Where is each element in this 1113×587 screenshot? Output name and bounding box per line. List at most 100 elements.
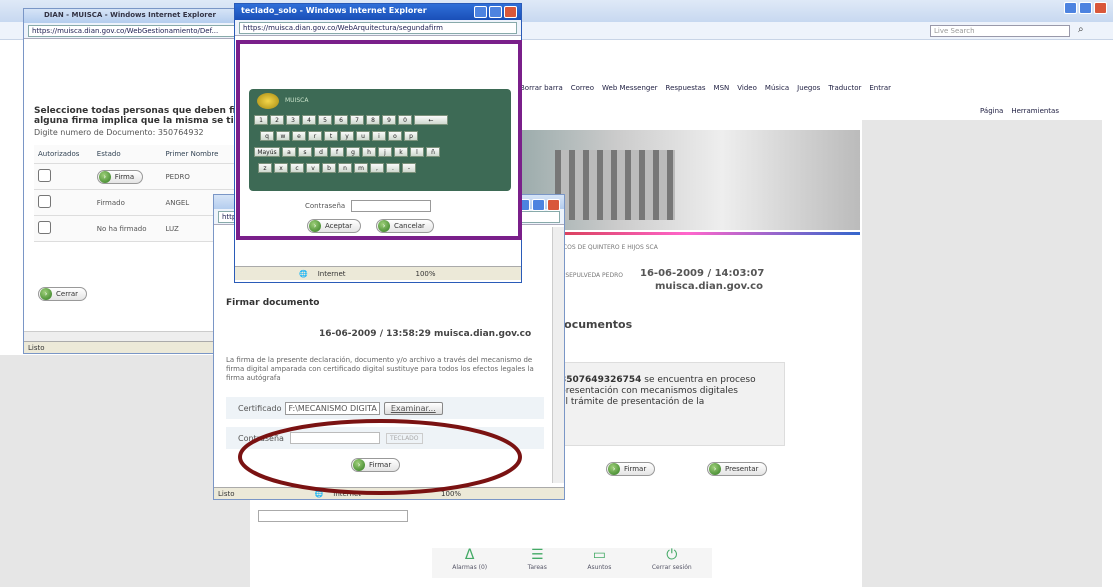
- col-estado: Estado: [92, 145, 162, 164]
- link-msn[interactable]: MSN: [714, 84, 730, 92]
- tools-menu[interactable]: Herramientas: [1011, 107, 1059, 115]
- key-f[interactable]: f: [330, 147, 344, 157]
- key-6[interactable]: 6: [334, 115, 348, 125]
- browse-button[interactable]: Examinar...: [383, 401, 443, 415]
- key-h[interactable]: h: [362, 147, 376, 157]
- key-b[interactable]: b: [322, 163, 336, 173]
- key-u[interactable]: u: [356, 131, 370, 141]
- maximize-icon[interactable]: [532, 199, 545, 211]
- close-icon[interactable]: [504, 6, 517, 18]
- firma-row-button[interactable]: › Firma: [96, 169, 144, 184]
- table-row: › Firma PEDRO: [34, 163, 234, 190]
- key-d[interactable]: d: [314, 147, 328, 157]
- link-respuestas[interactable]: Respuestas: [666, 84, 706, 92]
- backspace-key[interactable]: ←: [414, 115, 448, 125]
- autorizado-checkbox[interactable]: [38, 169, 51, 182]
- key-w[interactable]: w: [276, 131, 290, 141]
- key-dash[interactable]: -: [402, 163, 416, 173]
- doc-number-value[interactable]: 350764932: [158, 128, 204, 137]
- col-primer-nombre: Primer Nombre: [161, 145, 234, 164]
- close-icon[interactable]: [1094, 2, 1107, 14]
- key-e[interactable]: e: [292, 131, 306, 141]
- minimize-icon[interactable]: [474, 6, 487, 18]
- link-traductor[interactable]: Traductor: [828, 84, 861, 92]
- cert-file-input[interactable]: F:\MECANISMO DIGITA: [285, 401, 380, 415]
- link-web-messenger[interactable]: Web Messenger: [602, 84, 658, 92]
- key-1[interactable]: 1: [254, 115, 268, 125]
- key-2[interactable]: 2: [270, 115, 284, 125]
- key-g[interactable]: g: [346, 147, 360, 157]
- key-comma[interactable]: ,: [370, 163, 384, 173]
- link-entrar[interactable]: Entrar: [869, 84, 891, 92]
- key-r[interactable]: r: [308, 131, 322, 141]
- maximize-icon[interactable]: [489, 6, 502, 18]
- key-p[interactable]: p: [404, 131, 418, 141]
- tasks-icon: ☰: [530, 547, 544, 563]
- popup-password-field[interactable]: [351, 200, 432, 212]
- maximize-icon[interactable]: [1079, 2, 1092, 14]
- key-4[interactable]: 4: [302, 115, 316, 125]
- popup-zoom[interactable]: 100%: [416, 270, 436, 278]
- key-z[interactable]: z: [258, 163, 272, 173]
- lower-scrollbar[interactable]: [258, 510, 408, 522]
- key-c[interactable]: c: [290, 163, 304, 173]
- key-v[interactable]: v: [306, 163, 320, 173]
- key-j[interactable]: j: [378, 147, 392, 157]
- key-a[interactable]: a: [282, 147, 296, 157]
- highlight-ellipse: [238, 419, 522, 495]
- key-k[interactable]: k: [394, 147, 408, 157]
- key-l[interactable]: l: [410, 147, 424, 157]
- key-row-3: Mayús a s d f g h j k l ñ: [253, 147, 441, 157]
- brand-text: MUISCA: [285, 97, 309, 104]
- sign-scrollbar[interactable]: [552, 227, 564, 483]
- link-juegos[interactable]: Juegos: [797, 84, 820, 92]
- key-enie[interactable]: ñ: [426, 147, 440, 157]
- link-musica[interactable]: Música: [765, 84, 789, 92]
- session-domain: muisca.dian.gov.co: [655, 281, 763, 292]
- key-8[interactable]: 8: [366, 115, 380, 125]
- keyboard-popup-window: teclado_solo - Windows Internet Explorer…: [234, 3, 522, 283]
- nav-tareas[interactable]: ☰ Tareas: [528, 548, 547, 578]
- folder-icon: ▭: [592, 547, 606, 563]
- nav-alarmas[interactable]: Δ Alarmas (0): [452, 548, 487, 578]
- key-m[interactable]: m: [354, 163, 368, 173]
- firmar-main-button[interactable]: › Firmar: [606, 462, 656, 476]
- key-9[interactable]: 9: [382, 115, 396, 125]
- link-video[interactable]: Video: [737, 84, 757, 92]
- key-x[interactable]: x: [274, 163, 288, 173]
- shift-key[interactable]: Mayús: [254, 147, 280, 157]
- key-5[interactable]: 5: [318, 115, 332, 125]
- link-borrar-barra[interactable]: Borrar barra: [520, 84, 563, 92]
- key-0[interactable]: 0: [398, 115, 412, 125]
- key-3[interactable]: 3: [286, 115, 300, 125]
- links-toolbar: Borrar barra Correo Web Messenger Respue…: [520, 79, 1110, 97]
- key-y[interactable]: y: [340, 131, 354, 141]
- search-box[interactable]: Live Search: [930, 25, 1070, 37]
- page-menu[interactable]: Página: [980, 107, 1003, 115]
- cancel-button[interactable]: › Cancelar: [376, 219, 434, 233]
- autorizado-checkbox[interactable]: [38, 195, 51, 208]
- link-correo[interactable]: Correo: [571, 84, 594, 92]
- message-line-3: al trámite de presentación de la: [560, 397, 705, 407]
- key-s[interactable]: s: [298, 147, 312, 157]
- doc-number-row: Digite numero de Documento: 350764932: [34, 128, 204, 137]
- key-period[interactable]: .: [386, 163, 400, 173]
- search-icon[interactable]: ⌕: [1078, 24, 1084, 35]
- key-q[interactable]: q: [260, 131, 274, 141]
- close-icon[interactable]: [547, 199, 560, 211]
- key-i[interactable]: i: [372, 131, 386, 141]
- signers-table: Autorizados Estado Primer Nombre › Firma P…: [34, 145, 234, 242]
- accept-button[interactable]: › Aceptar: [307, 219, 362, 233]
- key-o[interactable]: o: [388, 131, 402, 141]
- key-row-1: 1 2 3 4 5 6 7 8 9 0 ←: [253, 115, 449, 125]
- nav-asuntos[interactable]: ▭ Asuntos: [587, 548, 611, 578]
- key-n[interactable]: n: [338, 163, 352, 173]
- autorizado-checkbox[interactable]: [38, 221, 51, 234]
- keyboard-url[interactable]: https://muisca.dian.gov.co/WebArquitectu…: [239, 21, 517, 34]
- cerrar-button[interactable]: › Cerrar: [38, 287, 87, 301]
- presentar-button[interactable]: › Presentar: [707, 462, 768, 476]
- key-7[interactable]: 7: [350, 115, 364, 125]
- minimize-icon[interactable]: [1064, 2, 1077, 14]
- nav-cerrar-sesion[interactable]: ⏻ Cerrar sesión: [652, 548, 692, 578]
- key-t[interactable]: t: [324, 131, 338, 141]
